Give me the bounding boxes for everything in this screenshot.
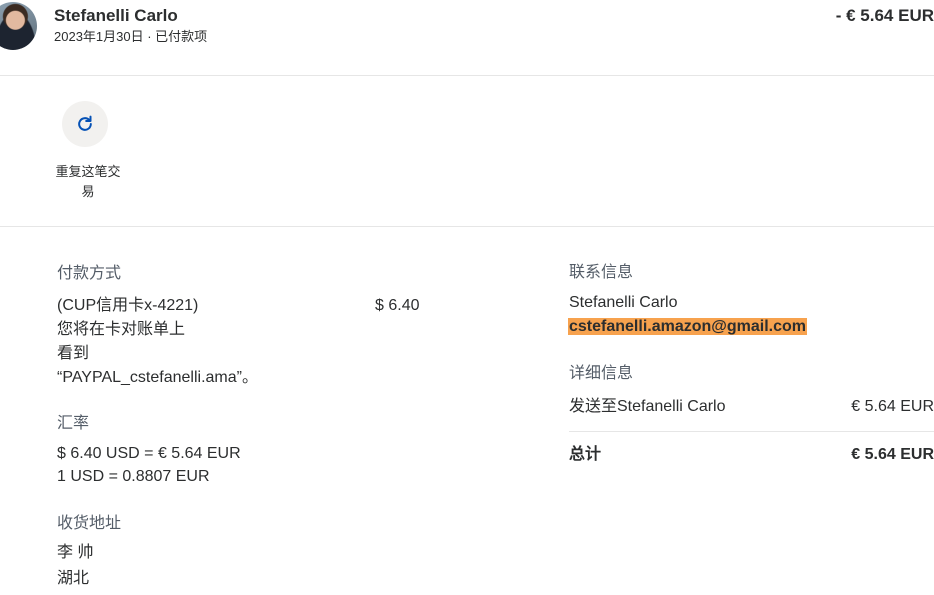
avatar bbox=[0, 2, 37, 50]
payment-method-heading: 付款方式 bbox=[57, 265, 122, 282]
contact-info-heading: 联系信息 bbox=[569, 264, 634, 281]
contact-email[interactable]: cstefanelli.amazon@gmail.com bbox=[568, 318, 808, 335]
repeat-transaction-label[interactable]: 重复这笔交易 bbox=[52, 162, 124, 202]
details-divider bbox=[569, 431, 934, 432]
statement-note-line: “PAYPAL_cstefanelli.ama”。 bbox=[57, 369, 258, 386]
counterparty-name: Stefanelli Carlo bbox=[54, 6, 178, 25]
repeat-transaction-button[interactable] bbox=[62, 101, 108, 147]
total-amount: € 5.64 EUR bbox=[851, 446, 934, 463]
statement-note-line: 看到 bbox=[57, 345, 90, 362]
avatar-container bbox=[0, 2, 37, 50]
exchange-rate-heading: 汇率 bbox=[57, 415, 90, 432]
shipping-address-line: 湖北 bbox=[57, 570, 90, 587]
payment-method-amount: $ 6.40 bbox=[375, 297, 420, 314]
payment-method-value: (CUP信用卡x-4221) bbox=[57, 297, 199, 314]
shipping-address-line: 李 帅 bbox=[57, 544, 94, 561]
contact-name: Stefanelli Carlo bbox=[569, 294, 678, 311]
transaction-date-status: 2023年1月30日 · 已付款项 bbox=[54, 29, 208, 44]
details-heading: 详细信息 bbox=[569, 365, 634, 382]
shipping-address-heading: 收货地址 bbox=[57, 515, 122, 532]
transaction-amount: - € 5.64 EUR bbox=[835, 6, 934, 25]
refresh-icon bbox=[78, 115, 92, 131]
actions-divider bbox=[0, 226, 934, 227]
header-divider bbox=[0, 75, 934, 76]
details-row-label: 发送至Stefanelli Carlo bbox=[569, 398, 726, 415]
total-label: 总计 bbox=[569, 446, 602, 463]
exchange-conversion: $ 6.40 USD = € 5.64 EUR bbox=[57, 445, 241, 462]
exchange-rate-value: 1 USD = 0.8807 EUR bbox=[57, 468, 210, 485]
details-row-amount: € 5.64 EUR bbox=[851, 398, 934, 415]
statement-note-line: 您将在卡对账单上 bbox=[57, 321, 186, 338]
